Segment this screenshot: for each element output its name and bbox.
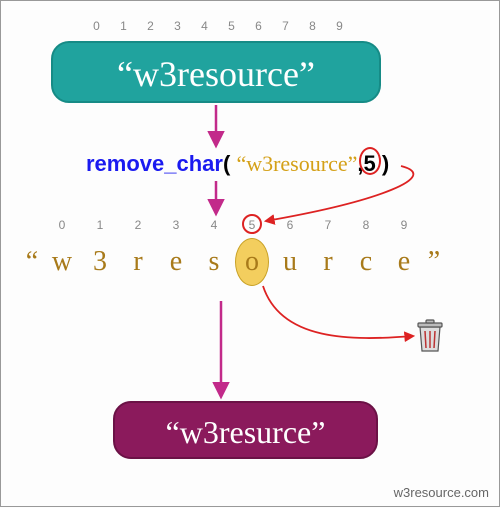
char: r <box>323 246 332 277</box>
char-cell: 13 <box>81 246 119 278</box>
char-cell: 4s <box>195 246 233 278</box>
idx: 3 <box>164 19 191 33</box>
arg-index-circle <box>359 147 381 175</box>
idx: 6 <box>245 19 272 33</box>
function-call: remove_char( “w3resource”,5 ) <box>86 151 389 177</box>
char: s <box>209 246 220 277</box>
function-arg-index: 5 <box>364 151 376 177</box>
char-cell-highlight: 5o <box>233 246 271 278</box>
char-idx: 1 <box>81 218 119 232</box>
open-quote: “ <box>21 246 43 278</box>
trash-icon <box>416 319 444 353</box>
char-idx: 2 <box>119 218 157 232</box>
idx: 0 <box>83 19 110 33</box>
char-cell: 7r <box>309 246 347 278</box>
function-name: remove_char <box>86 151 223 176</box>
char-idx: 5 <box>233 218 271 232</box>
char: e <box>170 246 182 277</box>
char-idx: 8 <box>347 218 385 232</box>
curve-char-to-trash <box>263 286 413 338</box>
idx: 2 <box>137 19 164 33</box>
close-quote: ” <box>423 246 445 278</box>
idx: 7 <box>272 19 299 33</box>
char-idx: 0 <box>43 218 81 232</box>
result-string-text: “w3resurce” <box>166 414 326 450</box>
footer-attribution: w3resource.com <box>394 485 489 500</box>
char: w <box>52 246 72 277</box>
result-string-box: “w3resurce” <box>113 401 378 459</box>
char-cell: 6u <box>271 246 309 278</box>
char: e <box>398 246 410 277</box>
char-cell: 0w <box>43 246 81 278</box>
char-idx: 4 <box>195 218 233 232</box>
input-string-text: “w3resource” <box>117 54 315 94</box>
char-cell: 3e <box>157 246 195 278</box>
char: u <box>283 246 297 277</box>
top-index-row: 0 1 2 3 4 5 6 7 8 9 <box>83 19 353 33</box>
char: 3 <box>93 246 107 277</box>
char-cell: 8c <box>347 246 385 278</box>
idx: 8 <box>299 19 326 33</box>
idx: 9 <box>326 19 353 33</box>
char-idx: 9 <box>385 218 423 232</box>
char-idx: 3 <box>157 218 195 232</box>
char: c <box>360 246 372 277</box>
char: o <box>245 246 259 277</box>
idx: 5 <box>218 19 245 33</box>
char-cell: 2r <box>119 246 157 278</box>
char-cell: 9e <box>385 246 423 278</box>
input-string-box: “w3resource” <box>51 41 381 103</box>
paren-open: ( <box>223 151 236 176</box>
function-arg-string: “w3resource” <box>236 151 357 176</box>
char-idx: 7 <box>309 218 347 232</box>
char: r <box>133 246 142 277</box>
char-idx: 6 <box>271 218 309 232</box>
idx: 4 <box>191 19 218 33</box>
idx: 1 <box>110 19 137 33</box>
spread-characters: “0w132r3e4s5o6u7r8c9e” <box>21 246 445 278</box>
